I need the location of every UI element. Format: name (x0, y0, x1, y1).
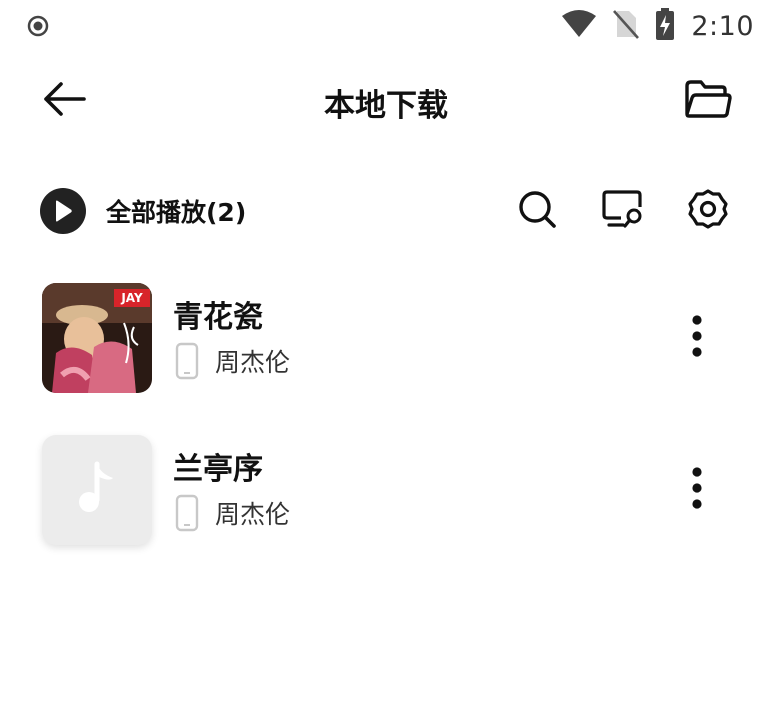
scan-music-button[interactable] (598, 186, 648, 236)
more-vertical-icon (690, 314, 704, 362)
search-button[interactable] (512, 186, 562, 236)
folder-button[interactable] (680, 74, 736, 128)
battery-charging-icon (655, 8, 675, 44)
phone-icon (175, 493, 199, 533)
no-sim-icon (613, 9, 640, 43)
status-icons: 2:10 (561, 8, 754, 44)
album-badge: JAY (121, 291, 143, 305)
settings-gear-icon (687, 188, 729, 234)
screen-scan-icon (601, 189, 645, 233)
folder-open-icon (684, 78, 732, 124)
settings-button[interactable] (683, 186, 733, 236)
music-note-icon (75, 460, 119, 520)
status-time: 2:10 (691, 10, 754, 42)
page-title: 本地下载 (324, 88, 448, 124)
play-all-label: 全部播放(2) (106, 198, 247, 227)
song-list: JAY 青花瓷 周杰伦 兰亭序 周杰伦 (0, 278, 772, 582)
local-downloads-screen: 2:10 本地下载 全部播放(2) JAY 青花瓷 周杰伦 兰亭序 周杰伦 (0, 0, 772, 720)
song-meta: 周杰伦 (175, 341, 290, 381)
more-options-button[interactable] (672, 462, 722, 518)
notification-dot-icon (26, 14, 50, 38)
play-circle-icon (40, 188, 86, 234)
album-cover-placeholder (42, 435, 152, 545)
wifi-icon (561, 10, 597, 42)
song-artist: 周杰伦 (215, 500, 291, 529)
phone-icon (175, 341, 199, 381)
list-toolbar: 全部播放(2) (0, 180, 772, 242)
list-item[interactable]: 兰亭序 周杰伦 (0, 430, 772, 582)
top-app-bar: 本地下载 (0, 62, 772, 140)
list-item[interactable]: JAY 青花瓷 周杰伦 (0, 278, 772, 430)
song-artist: 周杰伦 (215, 348, 291, 377)
song-title: 兰亭序 (173, 452, 263, 487)
search-icon (517, 189, 557, 233)
song-meta: 周杰伦 (175, 493, 290, 533)
album-cover: JAY (42, 283, 152, 393)
more-options-button[interactable] (672, 310, 722, 366)
status-bar: 2:10 (0, 0, 772, 52)
play-all-button[interactable]: 全部播放(2) (40, 188, 246, 234)
song-title: 青花瓷 (173, 300, 263, 335)
more-vertical-icon (690, 466, 704, 514)
